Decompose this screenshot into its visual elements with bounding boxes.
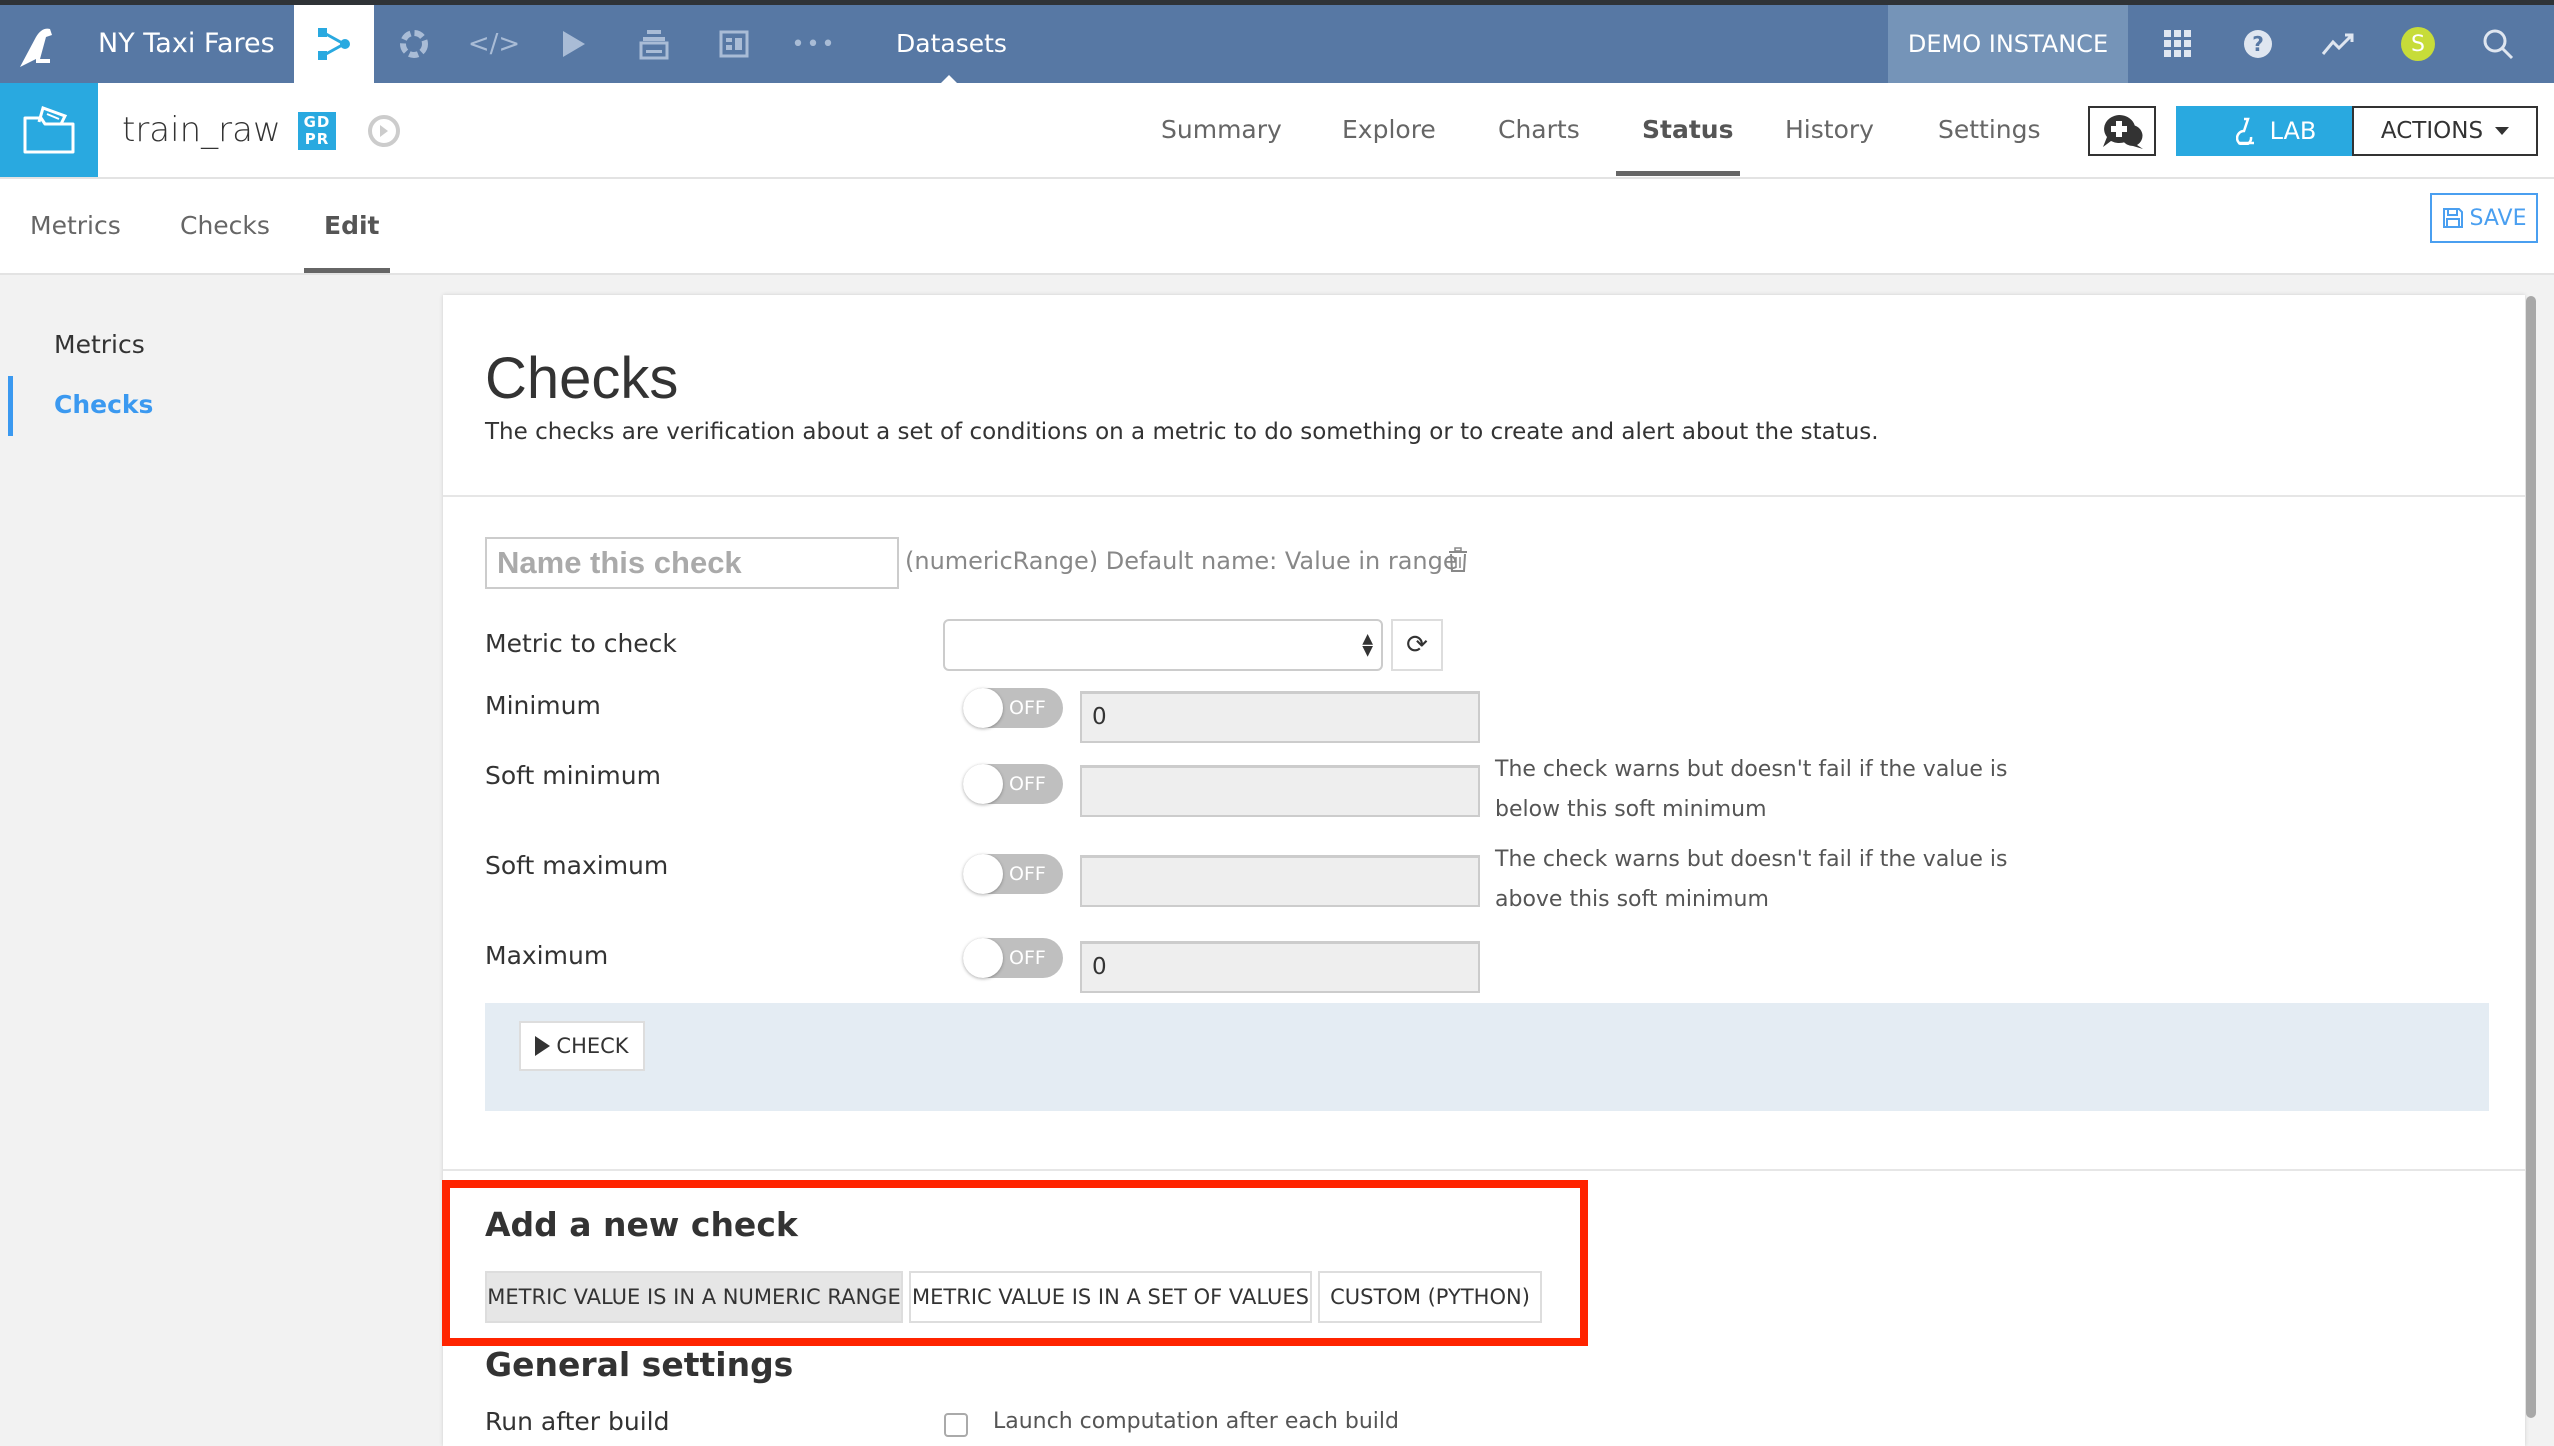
toggle-knob [963,688,1003,728]
gdpr-badge[interactable]: GD PR [298,112,336,150]
save-label: SAVE [2469,205,2527,231]
vertical-scrollbar[interactable] [2526,296,2536,1418]
minimum-toggle[interactable]: OFF [963,688,1063,728]
leftnav-item-metrics[interactable]: Metrics [54,330,145,359]
run-icon[interactable] [534,5,614,83]
flow-icon[interactable] [294,5,374,83]
lab-button[interactable]: LAB [2176,106,2376,156]
add-set-of-values-check-button[interactable]: METRIC VALUE IS IN A SET OF VALUES [909,1271,1312,1323]
check-name-input[interactable] [485,537,899,589]
lab-label: LAB [2269,117,2317,145]
general-settings-heading: General settings [485,1345,794,1384]
maximum-label: Maximum [485,941,609,970]
help-icon[interactable]: ? [2226,5,2290,83]
default-name-label: (numericRange) Default name: Value in ra… [905,547,1458,575]
dashboard-icon[interactable] [694,5,774,83]
minimum-input[interactable]: 0 [1080,691,1480,743]
section-divider [443,1169,2525,1171]
project-name[interactable]: NY Taxi Fares [98,5,275,83]
refresh-icon: ⟳ [1406,630,1428,660]
svg-text:?: ? [2252,32,2264,56]
dataset-folder-icon [0,83,98,177]
subtab-edit[interactable]: Edit [324,179,380,273]
delete-check-trash-icon[interactable] [1447,547,1471,575]
maximum-input[interactable]: 0 [1080,941,1480,993]
add-new-check-heading: Add a new check [485,1205,798,1244]
leftnav-item-checks[interactable]: Checks [54,390,153,419]
run-after-build-checkbox[interactable] [944,1413,968,1437]
soft-minimum-label: Soft minimum [485,761,661,790]
subtab-checks[interactable]: Checks [180,179,270,273]
subtab-metrics[interactable]: Metrics [30,179,121,273]
tab-history[interactable]: History [1785,83,1874,177]
status-subtabs: Metrics Checks Edit SAVE [0,179,2554,275]
code-icon[interactable]: </> [454,5,534,83]
soft-minimum-toggle[interactable]: OFF [963,764,1063,804]
refresh-metrics-button[interactable]: ⟳ [1391,619,1443,671]
more-icon[interactable]: ••• [774,5,854,83]
dataiku-bird-logo-icon[interactable] [16,23,62,69]
tab-settings[interactable]: Settings [1938,83,2041,177]
select-arrows-icon: ▲ ▼ [1362,631,1373,659]
tab-explore[interactable]: Explore [1342,83,1436,177]
toggle-knob [963,764,1003,804]
demo-instance-badge[interactable]: DEMO INSTANCE [1888,5,2128,83]
caret-down-icon [2495,127,2510,135]
apps-grid-icon[interactable] [2146,5,2210,83]
run-after-build-checkbox-label[interactable]: Launch computation after each build [993,1409,1399,1434]
tab-summary[interactable]: Summary [1161,83,1282,177]
lab-icon[interactable] [374,5,454,83]
check-run-panel: CHECK [485,1003,2489,1111]
save-button[interactable]: SAVE [2430,193,2538,243]
soft-minimum-input[interactable] [1080,765,1480,817]
toggle-knob [963,938,1003,978]
activity-icon[interactable] [2306,5,2370,83]
actions-dropdown-button[interactable]: ACTIONS [2352,106,2538,156]
discussion-add-icon [2103,114,2143,149]
run-after-build-label: Run after build [485,1407,670,1436]
play-icon [535,1036,551,1056]
actions-label: ACTIONS [2380,118,2484,144]
dataset-name[interactable]: train_raw [122,83,281,177]
page-title: Checks [485,346,679,411]
soft-maximum-toggle[interactable]: OFF [963,854,1063,894]
toggle-state-label: OFF [1009,697,1046,719]
maximum-toggle[interactable]: OFF [963,938,1063,978]
metric-to-check-select[interactable]: ▲ ▼ [943,619,1383,671]
toggle-knob [963,854,1003,894]
dataset-header: train_raw GD PR Summary Explore Charts St… [0,83,2554,179]
microscope-icon [2235,117,2254,145]
discussions-button[interactable] [2088,106,2156,156]
soft-maximum-label: Soft maximum [485,851,669,880]
leftnav-active-indicator [8,376,13,436]
check-button-label: CHECK [556,1034,629,1058]
compass-icon[interactable] [368,115,400,147]
active-tab-indicator [1616,171,1740,176]
search-icon[interactable] [2466,5,2530,83]
add-custom-python-check-button[interactable]: CUSTOM (PYTHON) [1318,1271,1542,1323]
avatar[interactable]: S [2401,27,2435,61]
minimum-label: Minimum [485,691,601,720]
metric-to-check-label: Metric to check [485,629,677,658]
top-navbar: NY Taxi Fares </> ••• Datasets DEMO INST… [0,5,2554,84]
toggle-state-label: OFF [1009,773,1046,795]
toggle-state-label: OFF [1009,947,1046,969]
deployer-icon[interactable] [614,5,694,83]
floppy-disk-icon [2442,208,2463,228]
soft-maximum-input[interactable] [1080,855,1480,907]
toggle-state-label: OFF [1009,863,1046,885]
run-check-button[interactable]: CHECK [519,1021,645,1071]
tab-status[interactable]: Status [1642,83,1733,177]
section-divider [443,495,2525,497]
user-avatar[interactable]: S [2386,5,2450,83]
soft-maximum-help: The check warns but doesn't fail if the … [1495,847,2008,912]
soft-minimum-help: The check warns but doesn't fail if the … [1495,757,2008,822]
add-numeric-range-check-button[interactable]: METRIC VALUE IS IN A NUMERIC RANGE [485,1271,903,1323]
checks-editor-card: Checks The checks are verification about… [443,295,2525,1446]
nav-section-datasets[interactable]: Datasets [896,5,1007,83]
tab-charts[interactable]: Charts [1498,83,1580,177]
page-description: The checks are verification about a set … [485,419,1879,445]
active-subtab-indicator [304,268,390,273]
